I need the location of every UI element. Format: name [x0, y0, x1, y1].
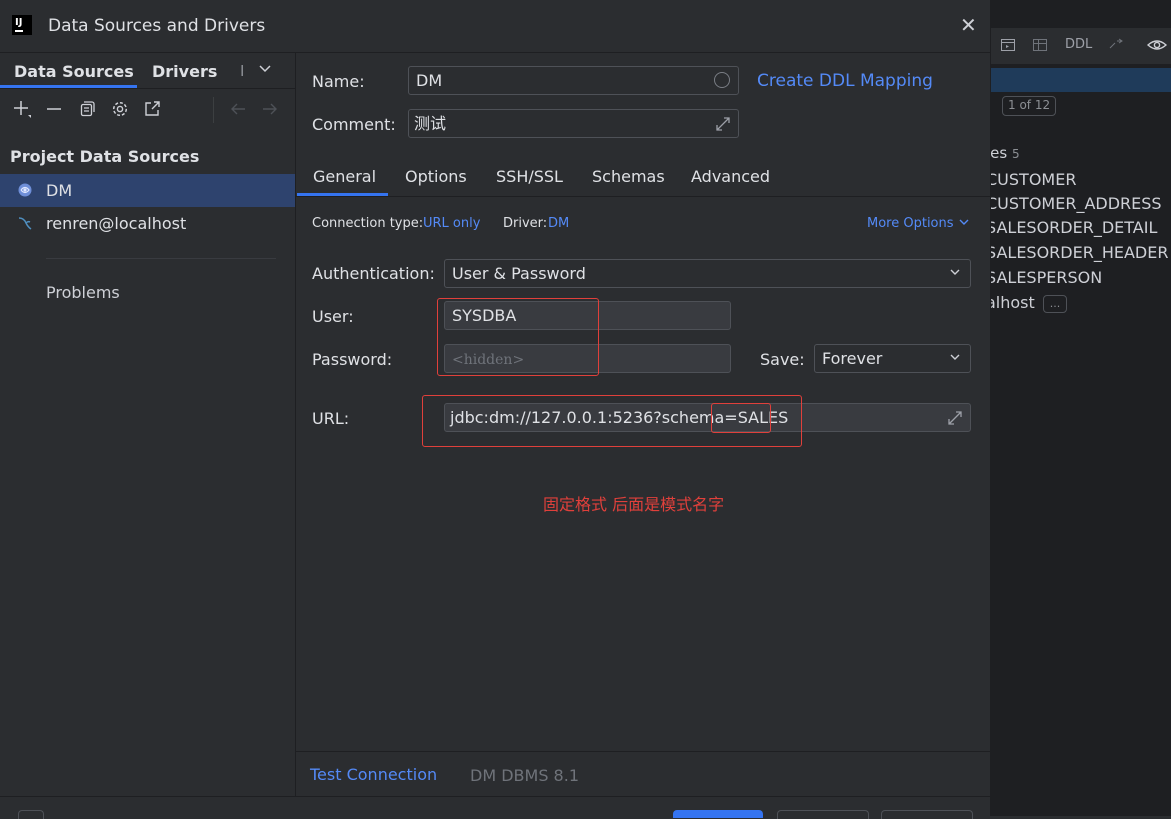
- color-circle-icon[interactable]: [714, 72, 730, 88]
- annotation-text: 固定格式 后面是模式名字: [543, 495, 725, 514]
- annotation-box-schema: [711, 403, 771, 433]
- tab-schemas[interactable]: Schemas: [592, 167, 665, 186]
- save-label: Save:: [760, 350, 805, 369]
- dbms-version: DM DBMS 8.1: [470, 766, 579, 785]
- background-selected-row: [990, 68, 1171, 92]
- password-label: Password:: [312, 350, 393, 369]
- data-source-label: renren@localhost: [46, 214, 187, 233]
- data-source-item-dm[interactable]: DM: [0, 174, 295, 207]
- eye-icon[interactable]: [1146, 37, 1168, 53]
- tab-data-sources[interactable]: Data Sources: [14, 62, 134, 81]
- url-label: URL:: [312, 409, 350, 428]
- driver-link[interactable]: DM: [548, 216, 569, 231]
- remove-icon[interactable]: [44, 99, 64, 119]
- expand-icon[interactable]: [946, 409, 964, 427]
- authentication-label: Authentication:: [312, 264, 435, 283]
- run-console-icon[interactable]: [1000, 37, 1018, 53]
- background-table-item[interactable]: CUSTOMER_ADDRESS: [986, 194, 1162, 213]
- duplicate-icon[interactable]: [77, 99, 97, 119]
- settings-icon[interactable]: [110, 99, 130, 119]
- comment-label: Comment:: [312, 115, 396, 134]
- dialog-titlebar: IJ Data Sources and Drivers ✕: [0, 0, 990, 53]
- forward-arrow-icon[interactable]: [260, 99, 280, 119]
- expand-icon[interactable]: [714, 115, 732, 133]
- more-options-link[interactable]: More Options: [867, 216, 970, 231]
- help-icon[interactable]: [18, 810, 44, 819]
- background-ide: [990, 0, 1171, 816]
- save-value: Forever: [822, 349, 883, 368]
- background-pager[interactable]: 1 of 12: [1002, 96, 1057, 116]
- host-label: alhost: [986, 293, 1035, 312]
- tab-options[interactable]: Options: [405, 167, 467, 186]
- add-icon[interactable]: [12, 99, 32, 119]
- data-source-label: DM: [46, 181, 73, 200]
- driver-label: Driver:: [503, 216, 548, 231]
- close-icon[interactable]: ✕: [960, 14, 977, 36]
- section-title: Project Data Sources: [10, 147, 200, 166]
- chevron-down-icon: [959, 219, 969, 225]
- more-options-label: More Options: [867, 216, 954, 231]
- left-panel: Data Sources Drivers I Project Data Sour…: [0, 53, 296, 816]
- dm-database-icon: [17, 182, 33, 198]
- background-tables-header: les 5: [986, 144, 1020, 162]
- tab-overflow[interactable]: I: [240, 62, 244, 80]
- tab-advanced[interactable]: Advanced: [691, 167, 770, 186]
- comment-field[interactable]: 测试: [408, 109, 739, 138]
- background-host-row[interactable]: alhost...: [986, 293, 1068, 313]
- authentication-select[interactable]: User & Password: [444, 259, 971, 288]
- comment-value: 测试: [414, 114, 447, 133]
- apply-button[interactable]: [881, 810, 973, 819]
- test-connection-link[interactable]: Test Connection: [310, 765, 437, 784]
- tab-ssh-ssl[interactable]: SSH/SSL: [496, 167, 563, 186]
- tab-general[interactable]: General: [313, 167, 376, 186]
- name-field[interactable]: DM: [408, 66, 739, 95]
- annotation-box-credentials: [437, 298, 599, 376]
- connection-form: Name: DM Create DDL Mapping Comment: 测试 …: [296, 53, 990, 816]
- background-table-item[interactable]: SALESPERSON: [986, 268, 1102, 287]
- table-view-icon[interactable]: [1032, 37, 1050, 53]
- tabs-divider: [296, 196, 990, 197]
- tabs-divider: [0, 88, 295, 89]
- tab-drivers[interactable]: Drivers: [152, 62, 217, 81]
- problems-item[interactable]: Problems: [46, 283, 120, 302]
- cancel-button[interactable]: [777, 810, 869, 819]
- data-sources-dialog: IJ Data Sources and Drivers ✕ Data Sourc…: [0, 0, 991, 819]
- chevron-down-icon: [949, 345, 961, 372]
- background-table-item[interactable]: CUSTOMER: [986, 170, 1076, 189]
- ok-button[interactable]: [673, 810, 763, 818]
- form-footer: Test Connection DM DBMS 8.1: [296, 752, 990, 800]
- save-select[interactable]: Forever: [814, 344, 971, 373]
- background-table-item[interactable]: SALESORDER_DETAIL: [986, 218, 1157, 237]
- export-icon[interactable]: [142, 99, 162, 119]
- connection-type-label: Connection type:: [312, 216, 424, 231]
- tables-count: 5: [1012, 147, 1020, 161]
- ddl-button[interactable]: DDL: [1065, 37, 1099, 53]
- list-divider: [46, 258, 276, 259]
- more-button[interactable]: ...: [1042, 294, 1068, 313]
- create-ddl-mapping-link[interactable]: Create DDL Mapping: [757, 71, 933, 91]
- mysql-dolphin-icon: [17, 215, 33, 231]
- background-table-item[interactable]: SALESORDER_HEADER: [986, 243, 1168, 262]
- back-arrow-icon[interactable]: [228, 99, 248, 119]
- data-source-item-renren[interactable]: renren@localhost: [0, 207, 295, 240]
- toolbar-separator: [213, 97, 214, 123]
- name-value: DM: [416, 71, 443, 90]
- chevron-down-icon: [949, 260, 961, 287]
- connection-type-dropdown[interactable]: URL only: [423, 216, 480, 231]
- intellij-logo-icon: IJ: [12, 15, 32, 35]
- background-toolbar: DDL: [990, 28, 1171, 64]
- dialog-title: Data Sources and Drivers: [48, 16, 266, 36]
- name-label: Name:: [312, 72, 365, 91]
- compare-icon[interactable]: [1108, 37, 1126, 53]
- chevron-down-icon[interactable]: [258, 62, 272, 80]
- authentication-value: User & Password: [452, 264, 586, 283]
- user-label: User:: [312, 307, 354, 326]
